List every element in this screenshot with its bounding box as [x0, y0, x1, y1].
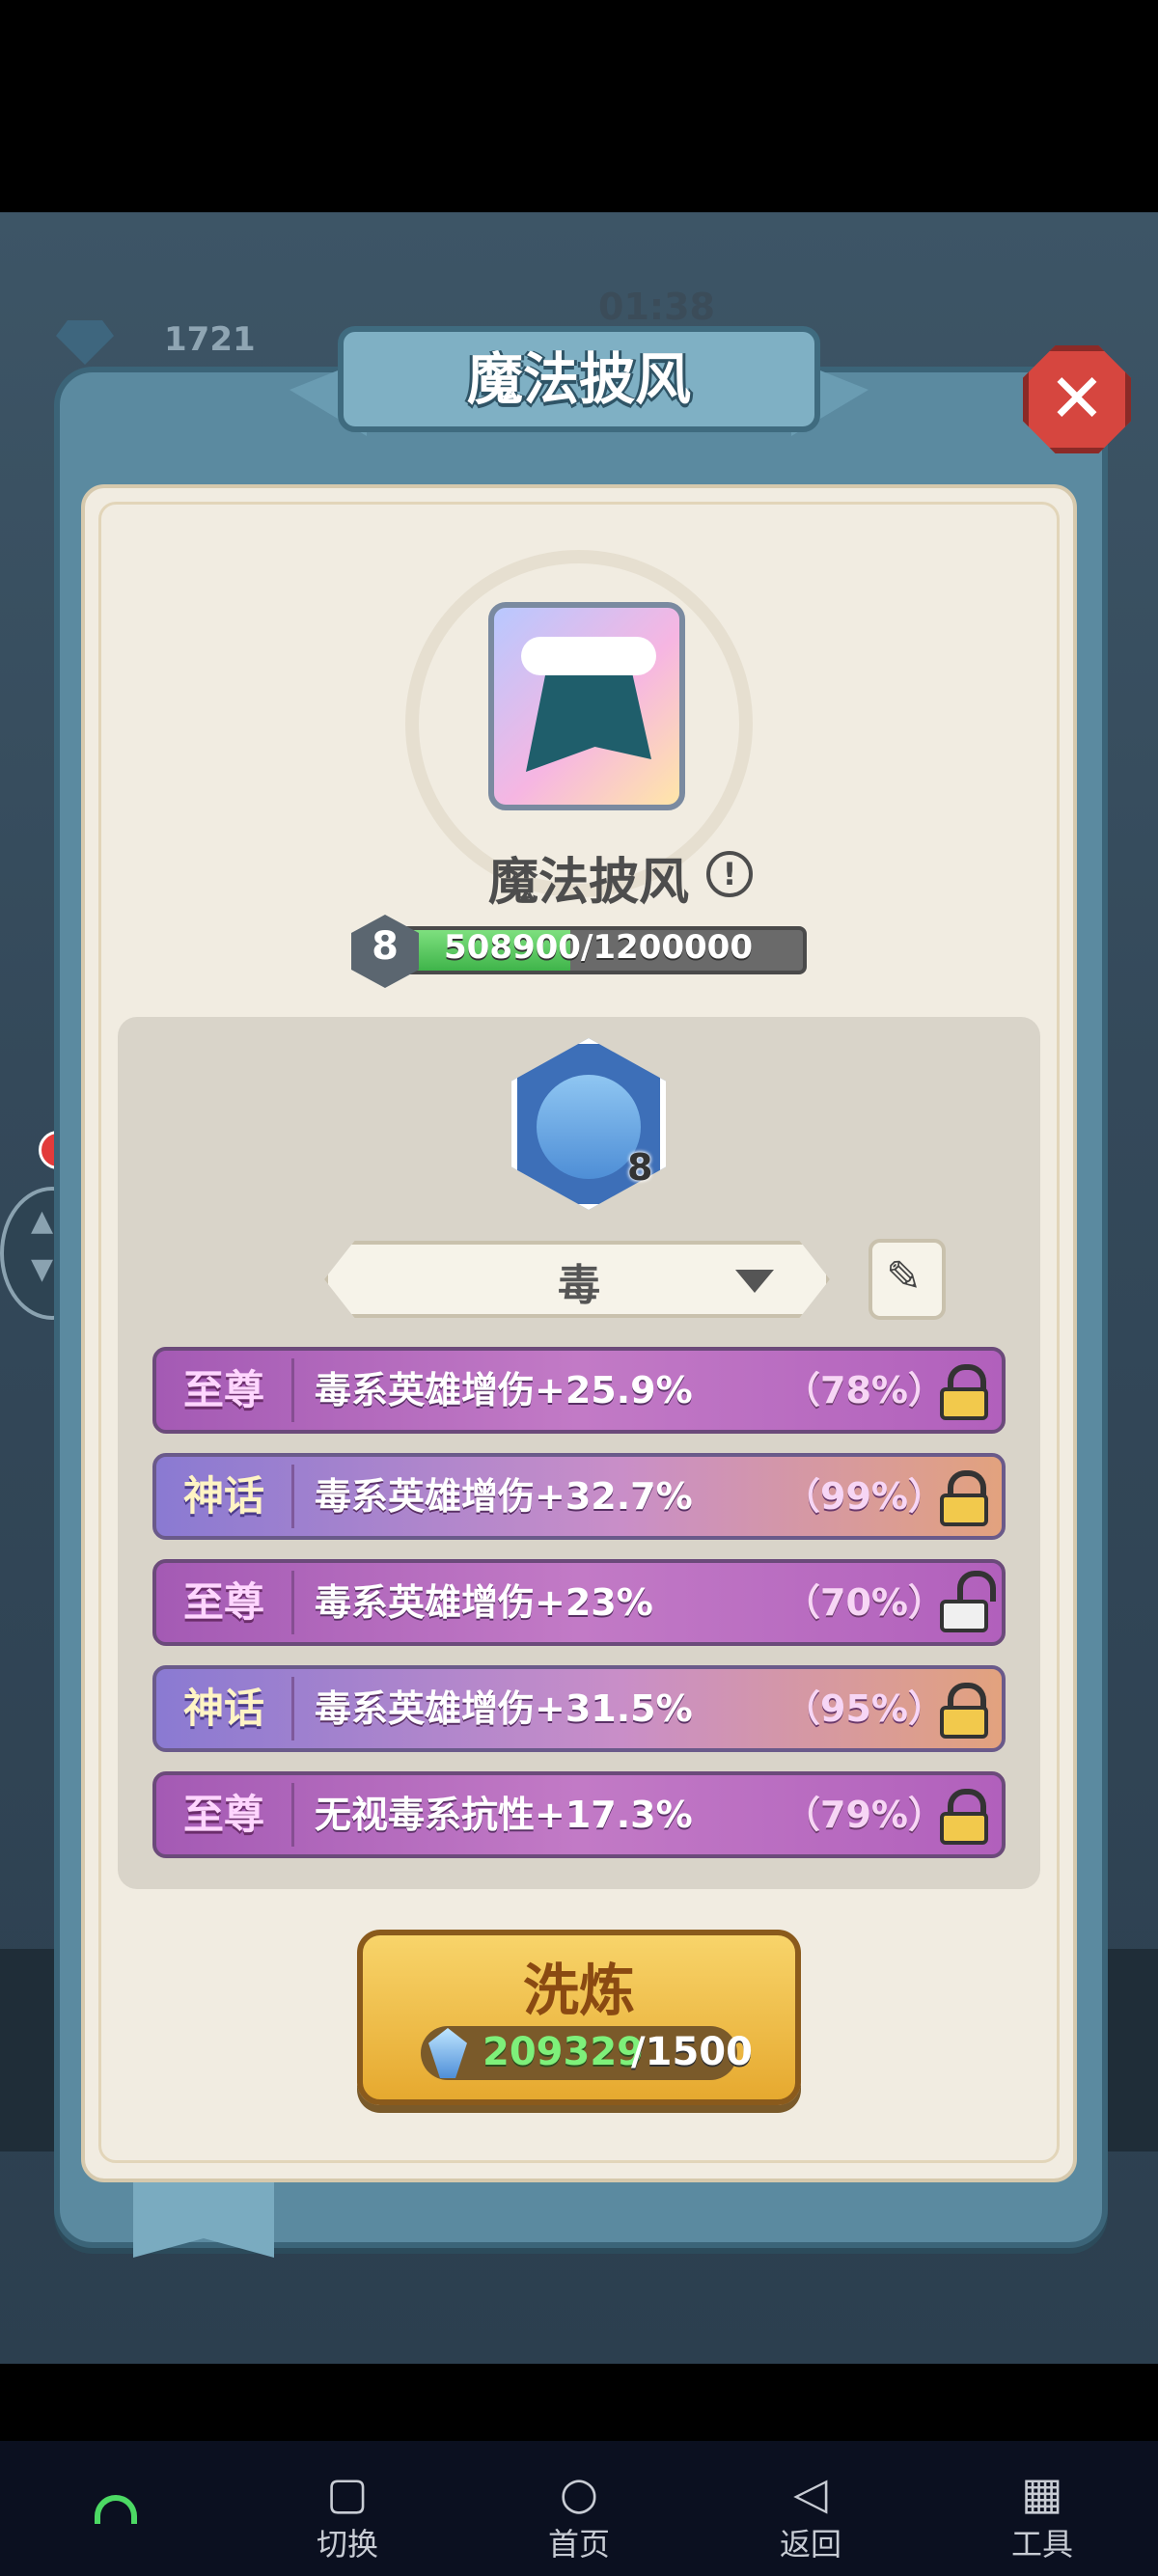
info-icon[interactable]: ! — [706, 851, 753, 897]
stat-text: 毒系英雄增伤+25.9% — [315, 1369, 693, 1411]
nav-back-button[interactable]: ◁ 返回 — [743, 2466, 878, 2564]
divider — [291, 1358, 294, 1422]
lock-icon[interactable] — [938, 1470, 990, 1526]
tier-badge: 神话 — [182, 1685, 264, 1732]
chevron-up-icon: ▲ — [31, 1204, 54, 1238]
circle-icon: ○ — [559, 2467, 599, 2519]
nav-label: 工具 — [1010, 2526, 1073, 2562]
stat-percent: （70%） — [784, 1581, 945, 1624]
stat-percent: （79%） — [784, 1794, 945, 1836]
grid-icon: ▦ — [1021, 2467, 1063, 2519]
event-timer: 01:38 — [598, 286, 715, 328]
cape-fur — [521, 637, 656, 675]
stat-row: 至尊 毒系英雄增伤+25.9% （78%） — [152, 1347, 1006, 1434]
lock-icon[interactable] — [938, 1789, 990, 1845]
nav-switch-button[interactable]: ▢ 切换 — [280, 2466, 415, 2564]
cost-required: /1500 — [631, 2030, 753, 2074]
tier-badge: 神话 — [182, 1472, 264, 1520]
status-bar — [0, 0, 1158, 212]
unlock-icon[interactable] — [938, 1571, 996, 1632]
stat-percent: （99%） — [784, 1475, 945, 1518]
edit-button[interactable]: ✎ — [868, 1239, 946, 1320]
item-name: 魔法披风 — [487, 854, 689, 912]
close-button[interactable]: ✕ — [1023, 345, 1131, 453]
ice-spirit-icon — [537, 1075, 641, 1179]
stat-row: 神话 毒系英雄增伤+31.5% （95%） — [152, 1665, 1006, 1752]
cost-owned: 209329 — [482, 2030, 644, 2074]
stat-row: 神话 毒系英雄增伤+32.7% （99%） — [152, 1453, 1006, 1540]
rune-level: 8 — [627, 1146, 653, 1189]
tier-badge: 至尊 — [182, 1366, 264, 1413]
stat-text: 毒系英雄增伤+32.7% — [315, 1475, 693, 1518]
lock-icon[interactable] — [938, 1683, 990, 1739]
back-triangle-icon: ◁ — [793, 2467, 828, 2519]
xp-text: 508900/1200000 — [444, 928, 753, 967]
nav-label: 切换 — [316, 2526, 378, 2562]
tier-badge: 至尊 — [182, 1578, 264, 1626]
gem-count: 1721 — [164, 320, 256, 359]
nav-home-button[interactable]: ○ 首页 — [511, 2466, 647, 2564]
pencil-icon: ✎ — [886, 1252, 922, 1302]
stat-percent: （95%） — [784, 1687, 945, 1730]
divider — [291, 1465, 294, 1528]
close-icon: ✕ — [1048, 359, 1106, 438]
square-icon: ▢ — [326, 2467, 369, 2519]
nav-label: 首页 — [547, 2526, 610, 2562]
refine-label: 洗炼 — [522, 1958, 635, 2023]
modal-title: 魔法披风 — [466, 346, 691, 412]
stat-text: 毒系英雄增伤+23% — [315, 1581, 653, 1624]
divider — [291, 1783, 294, 1847]
stat-percent: （78%） — [784, 1369, 945, 1411]
chevron-down-icon: ▼ — [31, 1252, 54, 1286]
divider — [291, 1677, 294, 1740]
nav-label: 返回 — [779, 2526, 841, 2562]
stat-row: 至尊 无视毒系抗性+17.3% （79%） — [152, 1771, 1006, 1858]
stat-row: 至尊 毒系英雄增伤+23% （70%） — [152, 1559, 1006, 1646]
nav-tools-button[interactable]: ▦ 工具 — [975, 2466, 1110, 2564]
lock-icon[interactable] — [938, 1364, 990, 1420]
stat-text: 毒系英雄增伤+31.5% — [315, 1687, 693, 1730]
level-number: 8 — [372, 924, 399, 969]
gem-icon — [56, 320, 114, 365]
stat-text: 无视毒系抗性+17.3% — [315, 1794, 693, 1836]
tier-badge: 至尊 — [182, 1791, 264, 1838]
divider — [291, 1571, 294, 1634]
element-dropdown-value: 毒 — [558, 1261, 600, 1310]
